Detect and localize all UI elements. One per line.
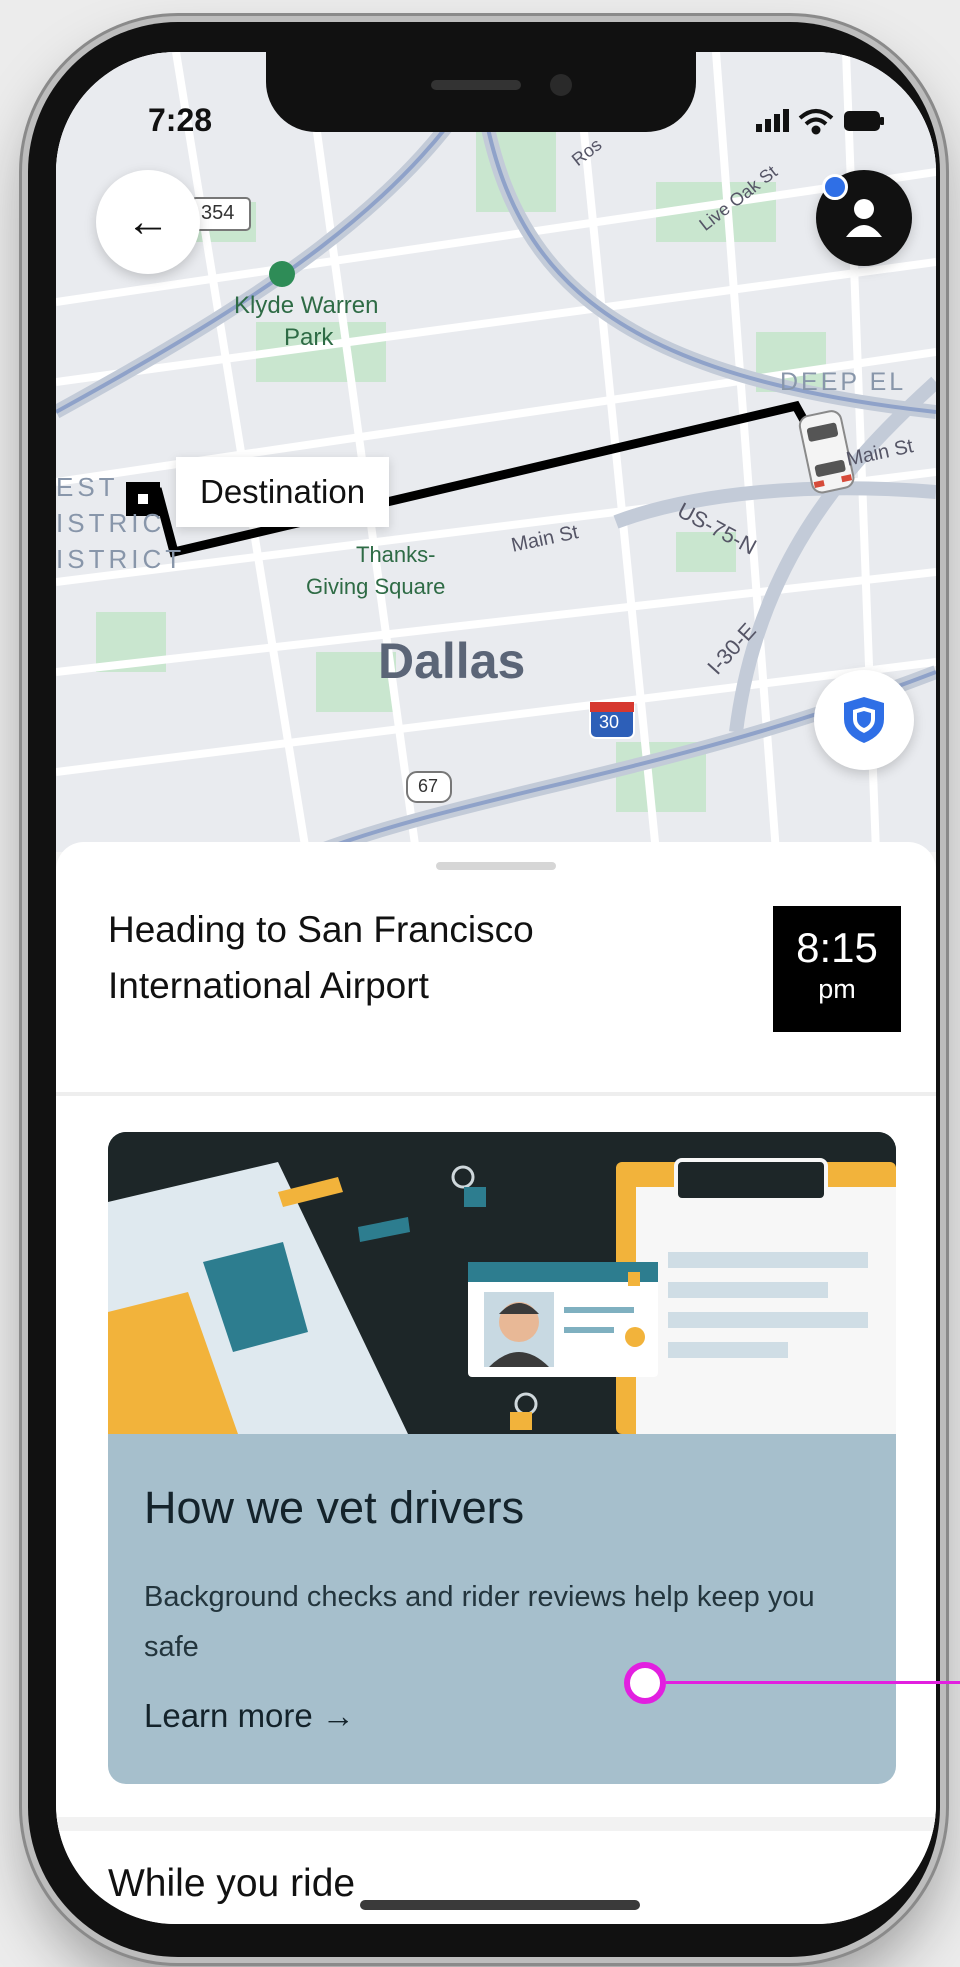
- map-label-district-2: ISTRIC: [56, 508, 166, 538]
- signal-icon: [756, 109, 789, 132]
- map-label-park-1: Klyde Warren: [234, 292, 379, 319]
- map-label-shield-67: 67: [418, 776, 439, 796]
- phone-notch: [266, 52, 696, 132]
- tap-annotation-line: [666, 1681, 960, 1684]
- speaker-grille: [431, 80, 521, 90]
- divider: [56, 1092, 936, 1096]
- map-graphic: [56, 52, 936, 852]
- learn-more-link[interactable]: Learn more →: [144, 1697, 355, 1735]
- map-label-shield-30: 30: [599, 712, 620, 732]
- map-label-district-3: ISTRICT: [56, 544, 186, 574]
- trip-destination-line-1: Heading to San Francisco: [108, 909, 534, 950]
- front-camera: [550, 74, 572, 96]
- map-label-city: Dallas: [378, 633, 526, 689]
- while-you-ride-heading: While you ride: [108, 1862, 356, 1905]
- section-divider: [56, 1817, 936, 1831]
- volume-up-button: [20, 380, 28, 500]
- map-label-deep-ellum: DEEP EL: [780, 368, 907, 396]
- map-label-district-1: EST: [56, 472, 119, 502]
- wifi-icon: [798, 109, 834, 135]
- shield-icon: [844, 697, 884, 743]
- status-icons: [756, 106, 886, 136]
- battery-icon: [844, 111, 884, 131]
- map-view[interactable]: 354 30 67 Klyde Warren Park DEEP EL Main…: [56, 52, 936, 852]
- notification-dot: [822, 174, 848, 200]
- safety-info-card[interactable]: How we vet drivers Background checks and…: [108, 1132, 896, 1784]
- card-title: How we vet drivers: [144, 1482, 525, 1533]
- map-label-thanksgiving-1: Thanks-: [356, 542, 436, 567]
- mute-switch: [20, 250, 28, 310]
- status-time: 7:28: [148, 102, 213, 138]
- trip-destination: Heading to San Francisco International A…: [108, 902, 668, 1014]
- back-arrow-icon: ←: [126, 197, 170, 246]
- eta-ampm: pm: [818, 974, 856, 1004]
- back-button[interactable]: ←: [96, 170, 200, 274]
- sheet-drag-handle[interactable]: [436, 862, 556, 870]
- account-icon: [846, 199, 882, 237]
- trip-bottom-sheet: Heading to San Francisco International A…: [56, 842, 936, 1924]
- trip-destination-line-2: International Airport: [108, 965, 429, 1006]
- eta-badge: 8:15 pm: [773, 906, 901, 1032]
- map-label-park-2: Park: [284, 324, 334, 351]
- map-label-shield-354: 354: [201, 202, 235, 224]
- safety-toolkit-button[interactable]: [814, 670, 914, 770]
- eta-time: 8:15: [796, 924, 878, 971]
- phone-screen: 354 30 67 Klyde Warren Park DEEP EL Main…: [56, 52, 936, 1924]
- tap-annotation-marker: [624, 1662, 666, 1704]
- map-label-thanksgiving-2: Giving Square: [306, 574, 446, 599]
- card-description: Background checks and rider reviews help…: [144, 1581, 815, 1663]
- home-indicator[interactable]: [360, 1900, 640, 1910]
- destination-label[interactable]: Destination: [176, 457, 390, 527]
- volume-down-button: [20, 530, 28, 650]
- card-illustration: [108, 1132, 896, 1434]
